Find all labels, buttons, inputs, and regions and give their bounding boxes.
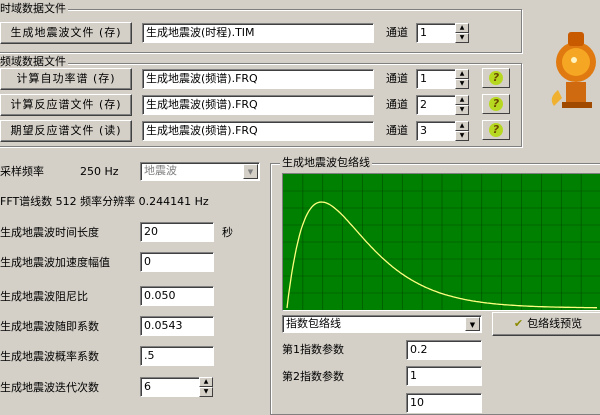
amplitude-input[interactable]: 0 — [140, 252, 214, 272]
exp-param1-label: 第1指数参数 — [282, 343, 344, 356]
random-coef-label: 生成地震波随即系数 — [0, 320, 99, 333]
wave-type-value: 地震波 — [144, 164, 177, 177]
chevron-down-icon: ▼ — [243, 164, 258, 179]
envelope-preview-label: 包络线预览 — [527, 317, 583, 330]
autopower-help-button[interactable]: ? — [482, 68, 510, 88]
calc-autopower-button[interactable]: 计算自功率谱 (存) — [0, 68, 132, 90]
envelope-type-value: 指数包络线 — [286, 317, 341, 330]
envelope-plot — [282, 173, 600, 311]
autopower-channel-input[interactable]: 1 — [416, 69, 456, 89]
chevron-down-icon[interactable]: ▼ — [465, 317, 480, 331]
autopower-channel-spinner[interactable]: ▲ ▼ — [455, 69, 469, 89]
exp-param3-input[interactable]: 10 — [406, 393, 482, 413]
exp-param1-input[interactable]: 0.2 — [406, 340, 482, 360]
target-spectrum-read-button[interactable]: 期望反应谱文件 (读) — [0, 120, 132, 142]
fft-info: FFT谱线数 512 频率分辨率 0.244141 Hz — [0, 195, 209, 208]
response-spectrum-channel-label: 通道 — [386, 98, 408, 111]
time-domain-file-field[interactable]: 生成地震波(时程).TIM — [142, 23, 374, 43]
time-domain-title: 时域数据文件 — [0, 2, 68, 15]
envelope-preview-button[interactable]: ✔ 包络线预览 — [492, 312, 600, 336]
autopower-file-field[interactable]: 生成地震波(频谱).FRQ — [142, 69, 374, 89]
time-domain-channel-label: 通道 — [386, 26, 408, 39]
damping-input[interactable]: 0.050 — [140, 286, 214, 306]
target-spectrum-channel-spinner[interactable]: ▲ ▼ — [455, 121, 469, 141]
damping-label: 生成地震波阻尼比 — [0, 290, 88, 303]
help-icon: ? — [489, 123, 503, 137]
probability-coef-label: 生成地震波概率系数 — [0, 350, 99, 363]
iterations-input[interactable]: 6 — [140, 377, 200, 397]
sample-rate-value: 250 Hz — [80, 165, 119, 178]
time-domain-channel-spinner[interactable]: ▲ ▼ — [455, 23, 469, 43]
time-domain-channel-input[interactable]: 1 — [416, 23, 456, 43]
random-coef-input[interactable]: 0.0543 — [140, 316, 214, 336]
response-spectrum-file-field[interactable]: 生成地震波(频谱).FRQ — [142, 95, 374, 115]
generate-wave-save-button[interactable]: 生成地震波文件 (存) — [0, 22, 132, 44]
probability-coef-input[interactable]: .5 — [140, 346, 214, 366]
response-spectrum-help-button[interactable]: ? — [482, 94, 510, 114]
duration-label: 生成地震波时间长度 — [0, 226, 99, 239]
iterations-label: 生成地震波迭代次数 — [0, 381, 99, 394]
exp-param2-input[interactable]: 1 — [406, 366, 482, 386]
sample-rate-label: 采样频率 — [0, 165, 44, 178]
autopower-channel-label: 通道 — [386, 72, 408, 85]
calc-response-spectrum-button[interactable]: 计算反应谱文件 (存) — [0, 94, 132, 116]
response-spectrum-channel-input[interactable]: 2 — [416, 95, 456, 115]
help-icon: ? — [489, 71, 503, 85]
help-icon: ? — [489, 97, 503, 111]
envelope-title: 生成地震波包络线 — [280, 156, 372, 169]
target-spectrum-help-button[interactable]: ? — [482, 120, 510, 140]
target-spectrum-file-field[interactable]: 生成地震波(频谱).FRQ — [142, 121, 374, 141]
exp-param2-label: 第2指数参数 — [282, 370, 344, 383]
duration-unit: 秒 — [222, 226, 233, 239]
checkmark-icon: ✔ — [513, 317, 524, 330]
duration-input[interactable]: 20 — [140, 222, 214, 242]
target-spectrum-channel-label: 通道 — [386, 124, 408, 137]
wave-type-select: 地震波 ▼ — [140, 162, 260, 181]
freq-domain-title: 频域数据文件 — [0, 55, 68, 68]
amplitude-label: 生成地震波加速度幅值 — [0, 256, 110, 269]
response-spectrum-channel-spinner[interactable]: ▲ ▼ — [455, 95, 469, 115]
app-logo-icon — [551, 32, 596, 108]
iterations-spinner[interactable]: ▲ ▼ — [199, 377, 213, 397]
envelope-type-select[interactable]: 指数包络线 ▼ — [282, 315, 482, 333]
target-spectrum-channel-input[interactable]: 3 — [416, 121, 456, 141]
